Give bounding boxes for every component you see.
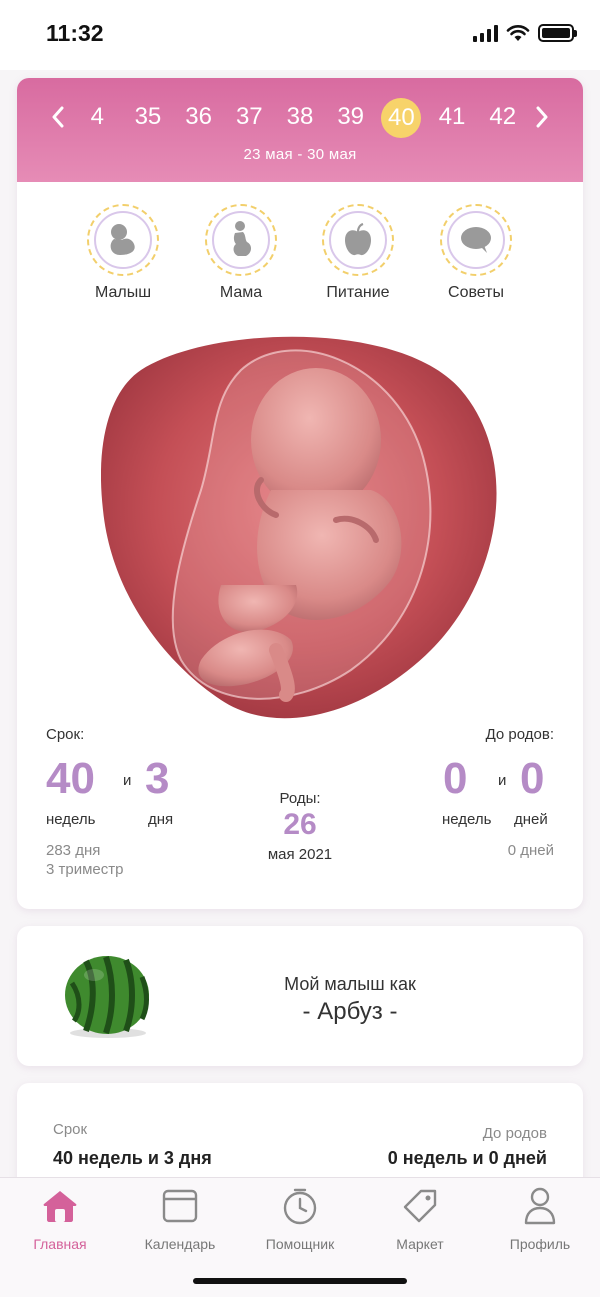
watermelon-image	[65, 956, 149, 1038]
status-bar: 11:32	[0, 0, 600, 70]
week-item-41[interactable]: 41	[427, 98, 478, 136]
cellular-signal-icon	[473, 24, 498, 42]
tab-home[interactable]: Главная	[0, 1186, 120, 1252]
status-time: 11:32	[46, 20, 104, 46]
summary-until-value: 0 недель и 0 дней	[387, 1148, 547, 1168]
prev-week-chevron-icon[interactable]	[44, 98, 72, 136]
tab-label: Помощник	[265, 1236, 335, 1252]
apple-icon	[345, 223, 371, 256]
tab-market[interactable]: Маркет	[360, 1186, 480, 1252]
week-item-38[interactable]: 38	[275, 98, 326, 136]
summary-term-label: Срок	[53, 1121, 88, 1138]
category-tips[interactable]: Советы	[421, 204, 531, 302]
until-days-value: 0	[520, 754, 545, 803]
wifi-icon	[506, 25, 530, 41]
tab-assistant[interactable]: Помощник	[240, 1186, 360, 1252]
term-total-days: 283 дня	[46, 842, 101, 859]
week-item-39[interactable]: 39	[325, 98, 376, 136]
week-selector: 4 35 36 37 38 39 40 41 42 23 мая - 30 ма…	[17, 78, 583, 182]
tab-label: Маркет	[396, 1236, 444, 1252]
trimester: 3 триместр	[46, 861, 124, 878]
baby-size-fruit-name: - Арбуз -	[302, 998, 398, 1025]
category-baby[interactable]: Малыш	[68, 204, 178, 302]
summary-term-value: 40 недель и 3 дня	[53, 1148, 212, 1168]
calendar-icon	[162, 1189, 198, 1223]
birth-month-year: мая 2021	[267, 846, 333, 863]
tab-label: Главная	[33, 1236, 87, 1252]
baby-size-title: Мой малыш как	[284, 974, 416, 994]
until-weeks-unit: недель	[442, 811, 492, 828]
tag-icon	[403, 1189, 437, 1223]
week-item-36[interactable]: 36	[173, 98, 224, 136]
battery-icon	[538, 24, 577, 42]
chat-bubble-icon	[461, 227, 491, 253]
term-weeks-value: 40	[46, 754, 95, 803]
until-weeks-value: 0	[443, 754, 468, 803]
pregnancy-week-card: 4 35 36 37 38 39 40 41 42 23 мая - 30 ма…	[17, 78, 583, 909]
category-label: Питание	[326, 284, 390, 301]
until-days-unit: дней	[514, 811, 548, 828]
category-nutrition[interactable]: Питание	[303, 204, 413, 302]
week-item-42[interactable]: 42	[477, 98, 528, 136]
week-item-40-active[interactable]: 40	[376, 98, 427, 138]
term-days-value: 3	[145, 754, 170, 803]
tab-calendar[interactable]: Календарь	[120, 1186, 240, 1252]
term-days-unit: дня	[148, 811, 174, 828]
fetus-illustration	[100, 330, 501, 734]
week-item-4[interactable]: 4	[72, 98, 123, 136]
summary-until-label: До родов	[482, 1125, 547, 1142]
clock-icon	[283, 1188, 317, 1225]
pregnant-mother-icon	[233, 221, 252, 256]
baby-icon	[110, 224, 135, 255]
week-date-range: 23 мая - 30 мая	[243, 146, 357, 163]
home-indicator	[193, 1278, 407, 1284]
person-icon	[524, 1187, 556, 1225]
home-icon	[43, 1191, 77, 1222]
term-label: Срок:	[46, 726, 85, 743]
status-icons	[473, 24, 577, 42]
baby-size-card[interactable]: Мой малыш как - Арбуз -	[17, 926, 583, 1066]
term-and: и	[123, 772, 132, 789]
tab-label: Профиль	[509, 1236, 571, 1252]
until-total-days: 0 дней	[507, 842, 554, 859]
birth-label: Роды:	[279, 790, 321, 807]
until-birth-label: До родов:	[485, 726, 554, 743]
category-mother[interactable]: Мама	[186, 204, 296, 302]
term-weeks-unit: недель	[46, 811, 96, 828]
category-label: Малыш	[94, 284, 152, 301]
category-label: Мама	[219, 284, 263, 301]
next-week-chevron-icon[interactable]	[528, 98, 556, 136]
until-and: и	[498, 772, 507, 789]
tab-label: Календарь	[144, 1236, 216, 1252]
tab-profile[interactable]: Профиль	[480, 1186, 600, 1252]
birth-day: 26	[283, 808, 317, 841]
category-label: Советы	[448, 284, 504, 301]
week-item-37[interactable]: 37	[224, 98, 275, 136]
week-item-35[interactable]: 35	[123, 98, 174, 136]
